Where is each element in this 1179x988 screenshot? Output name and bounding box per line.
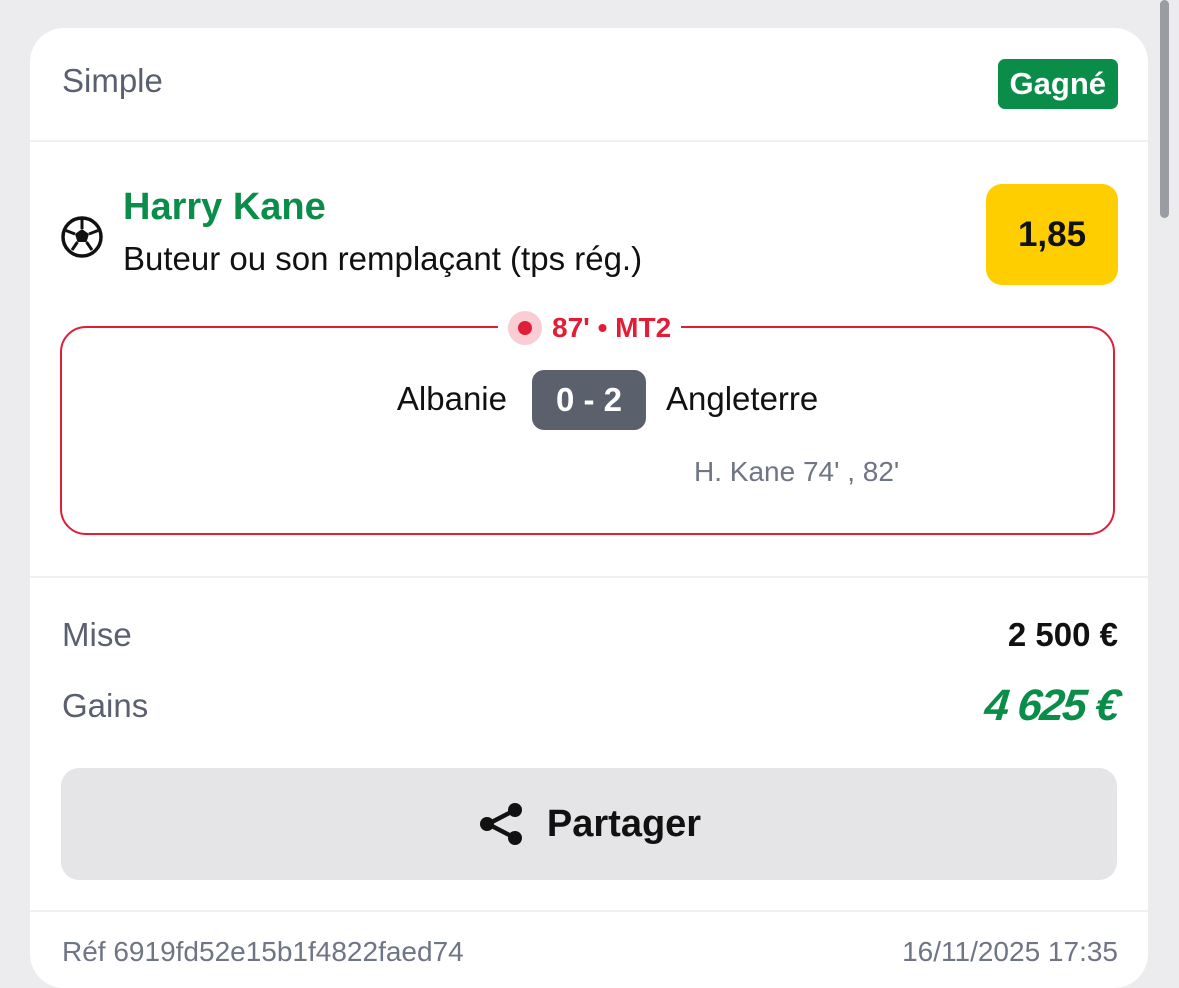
bet-header: Simple Gagné xyxy=(30,28,1148,142)
share-label: Partager xyxy=(546,802,702,845)
away-team: Angleterre xyxy=(666,380,819,417)
scorers: H. Kane 74' , 82' xyxy=(694,456,900,487)
live-dot-icon xyxy=(508,311,542,345)
divider xyxy=(30,576,1148,578)
gains-value: 4 625 € xyxy=(982,681,1121,730)
score-pill: 0 - 2 xyxy=(532,370,646,430)
status-badge: Gagné xyxy=(997,59,1118,109)
live-time: 87' • MT2 xyxy=(552,312,672,343)
stake-value: 2 500 € xyxy=(1007,616,1118,653)
live-match-box[interactable]: 87' • MT2 Albanie 0 - 2 Angleterre H. Ka… xyxy=(60,310,1115,535)
share-button[interactable]: Partager xyxy=(61,768,1117,880)
gains-label: Gains xyxy=(62,687,149,724)
selection-player: Harry Kane xyxy=(123,186,326,228)
home-team: Albanie xyxy=(396,380,507,417)
bet-type: Simple xyxy=(62,62,163,99)
bet-date: 16/11/2025 17:35 xyxy=(902,936,1118,967)
bet-card: Simple Gagné Harry Kane Buteur ou son re… xyxy=(30,28,1148,988)
share-icon xyxy=(479,803,522,845)
soccer-ball-icon xyxy=(61,216,103,258)
scrollbar[interactable] xyxy=(1160,0,1169,218)
live-indicator: 87' • MT2 xyxy=(498,310,682,346)
bet-reference: Réf 6919fd52e15b1f4822faed74 xyxy=(62,936,464,967)
selection-market: Buteur ou son remplaçant (tps rég.) xyxy=(123,240,643,277)
odds-box: 1,85 xyxy=(986,184,1118,285)
stake-label: Mise xyxy=(62,616,132,653)
divider xyxy=(30,910,1148,912)
